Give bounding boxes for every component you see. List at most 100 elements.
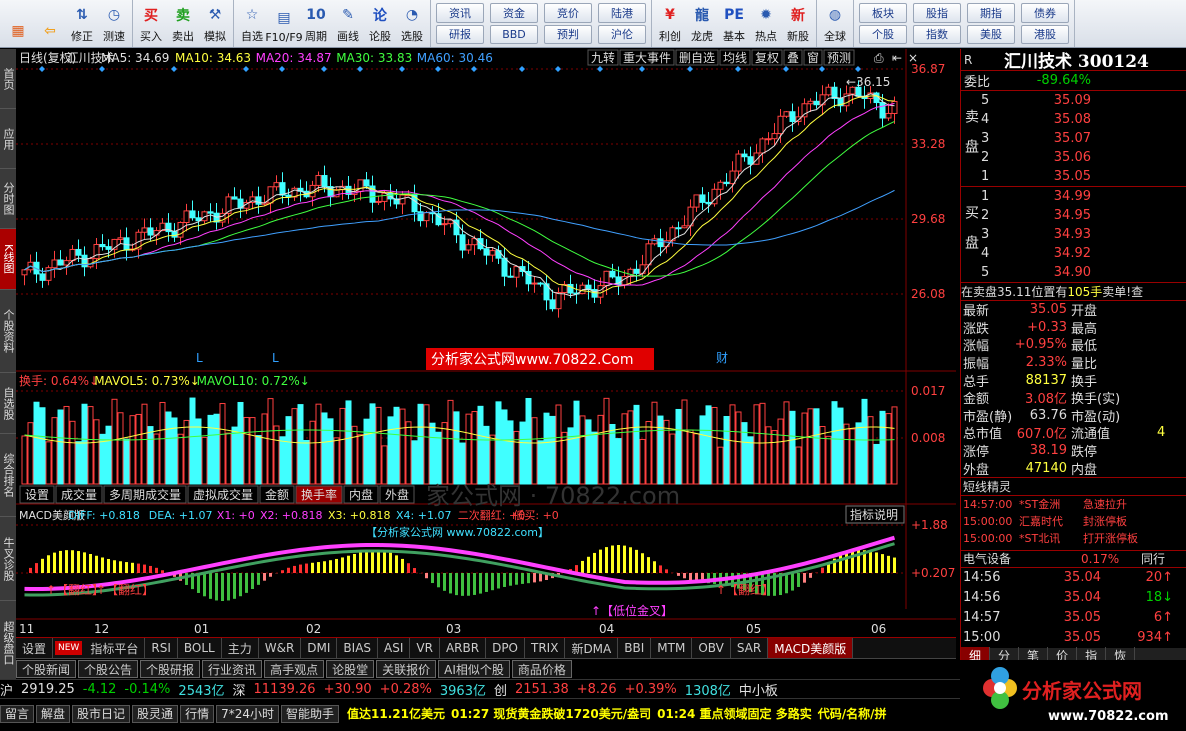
indicator-tab[interactable]: BOLL xyxy=(178,638,222,658)
left-tab[interactable]: 个股资料 xyxy=(0,290,16,374)
bottom-button[interactable]: 股灵通 xyxy=(132,705,178,723)
indicator-tab[interactable]: 设置 xyxy=(16,638,53,658)
order-book-row[interactable]: 335.07 xyxy=(981,129,1186,148)
order-book-row[interactable]: 535.09 xyxy=(981,91,1186,110)
news-tab[interactable]: 个股研报 xyxy=(140,660,200,678)
news-ticker-item[interactable]: 值达11.21亿美元 xyxy=(347,705,445,722)
bottom-button[interactable]: 留言 xyxy=(0,705,34,723)
order-book-row[interactable]: 434.92 xyxy=(981,244,1186,263)
toolbar-small-button[interactable]: 股指 xyxy=(913,3,961,23)
test-button[interactable]: ◷测速 xyxy=(98,0,130,47)
indicator-tab[interactable]: VR xyxy=(410,638,440,658)
indicator-tab[interactable]: MACD美颜版 xyxy=(768,638,853,658)
left-tab[interactable]: K线图 xyxy=(0,229,16,289)
chart-select-button[interactable]: ◔选股 xyxy=(396,0,428,47)
left-tab[interactable]: 应用 xyxy=(0,109,16,169)
news-tab[interactable]: AI相似个股 xyxy=(438,660,510,678)
toolbar-small-button[interactable]: 资金 xyxy=(490,3,538,23)
news-tab[interactable]: 商品价格 xyxy=(512,660,572,678)
toolbar-small-button[interactable]: 预判 xyxy=(544,25,592,45)
home-button[interactable]: ▦ xyxy=(2,0,34,47)
sell-button[interactable]: 卖卖出 xyxy=(167,0,199,47)
toolbar-small-button[interactable]: 债券 xyxy=(1021,3,1069,23)
toolbar-small-button[interactable]: 期指 xyxy=(967,3,1015,23)
indicator-tab[interactable]: BIAS xyxy=(337,638,378,658)
indicator-tab[interactable]: BBI xyxy=(618,638,651,658)
news-tab[interactable]: 关联报价 xyxy=(376,660,436,678)
chart-marker[interactable]: 财 xyxy=(716,351,728,365)
camera-icon[interactable]: ⎙ xyxy=(874,51,884,65)
order-book-row[interactable]: 135.05 xyxy=(981,167,1186,186)
dragon-button[interactable]: 龍龙虎 xyxy=(686,0,718,47)
pencil-button[interactable]: ✎画线 xyxy=(332,0,364,47)
news-ticker-item[interactable]: 01:24 重点领域固定 多路实 xyxy=(657,705,812,722)
indicator-tab[interactable]: RSI xyxy=(145,638,178,658)
new-button[interactable]: 新新股 xyxy=(782,0,814,47)
left-tab[interactable]: 综合排名 xyxy=(0,434,16,518)
toolbar-small-button[interactable]: 资讯 xyxy=(436,3,484,23)
chart-marker[interactable]: L xyxy=(196,351,203,365)
toolbar-small-button[interactable]: 指数 xyxy=(913,25,961,45)
order-book-row[interactable]: 235.06 xyxy=(981,148,1186,167)
indicator-tab[interactable]: TRIX xyxy=(525,638,565,658)
calendar-button[interactable]: 10周期 xyxy=(300,0,332,47)
toolbar-small-button[interactable]: BBD xyxy=(490,25,538,45)
indicator-tab[interactable]: 新DMA xyxy=(565,638,618,658)
news-tab[interactable]: 个股公告 xyxy=(78,660,138,678)
globe-button[interactable]: ◍全球 xyxy=(819,0,851,47)
indicator-tab[interactable]: ASI xyxy=(378,638,410,658)
order-book-row[interactable]: 534.90 xyxy=(981,263,1186,282)
bottom-button[interactable]: 7*24小时 xyxy=(216,705,279,723)
status-more[interactable]: 查 xyxy=(1131,283,1143,300)
indicator-tab[interactable]: W&R xyxy=(259,638,302,658)
indicator-tab[interactable]: DMI xyxy=(301,638,337,658)
short-sprite-row[interactable]: 15:00:00汇嘉时代封涨停板 xyxy=(961,513,1186,530)
indicator-tab[interactable]: NEW xyxy=(55,641,82,655)
order-book-row[interactable]: 334.93 xyxy=(981,225,1186,244)
bottom-button[interactable]: 智能助手 xyxy=(281,705,339,723)
indicator-tab[interactable]: SAR xyxy=(731,638,768,658)
left-tab[interactable]: 首页 xyxy=(0,49,16,109)
news-tab[interactable]: 行业资讯 xyxy=(202,660,262,678)
indicator-tab[interactable]: ARBR xyxy=(440,638,486,658)
up-down-button[interactable]: ⇅修正 xyxy=(66,0,98,47)
f10-button[interactable]: ▤F10/F9 xyxy=(268,0,300,47)
news-tab[interactable]: 高手观点 xyxy=(264,660,324,678)
forum-button[interactable]: 论论股 xyxy=(364,0,396,47)
left-tab[interactable]: 牛叉诊股 xyxy=(0,517,16,601)
pe-button[interactable]: PE基本 xyxy=(718,0,750,47)
news-ticker-item[interactable]: 01:27 现货黄金跌破1720美元/盎司 xyxy=(451,705,651,722)
order-book-row[interactable]: 435.08 xyxy=(981,110,1186,129)
toolbar-small-button[interactable]: 美股 xyxy=(967,25,1015,45)
chart-marker[interactable]: L xyxy=(272,351,279,365)
short-sprite-header[interactable]: 短线精灵 xyxy=(961,478,1186,496)
toolbar-small-button[interactable]: 个股 xyxy=(859,25,907,45)
back-button[interactable]: ⇦ xyxy=(34,0,66,47)
short-sprite-row[interactable]: 14:57:00*ST金洲急速拉升 xyxy=(961,496,1186,513)
close-icon[interactable]: × xyxy=(908,51,918,65)
toolbar-small-button[interactable]: 港股 xyxy=(1021,25,1069,45)
bottom-button[interactable]: 行情 xyxy=(180,705,214,723)
kline-chart[interactable]: 36.8733.2829.6826.08日线(复权)汇川技术MA5: 34.69… xyxy=(16,49,956,637)
arrow-left-icon[interactable]: ⇤ xyxy=(892,51,902,65)
order-book-row[interactable]: 134.99 xyxy=(981,187,1186,206)
short-sprite-row[interactable]: 15:00:00*ST北讯打开涨停板 xyxy=(961,530,1186,547)
money-button[interactable]: ¥利创 xyxy=(654,0,686,47)
toolbar-small-button[interactable]: 研报 xyxy=(436,25,484,45)
indicator-tab[interactable]: DPO xyxy=(486,638,525,658)
bottom-button[interactable]: 解盘 xyxy=(36,705,70,723)
buy-button[interactable]: 买买入 xyxy=(135,0,167,47)
news-tab[interactable]: 论股堂 xyxy=(326,660,374,678)
hot-button[interactable]: ✹热点 xyxy=(750,0,782,47)
indicator-tab[interactable]: 指标平台 xyxy=(84,638,145,658)
left-tab[interactable]: 分时图 xyxy=(0,169,16,229)
order-book-row[interactable]: 234.95 xyxy=(981,206,1186,225)
toolbar-small-button[interactable]: 板块 xyxy=(859,3,907,23)
news-ticker-item[interactable]: 代码/名称/拼 xyxy=(818,705,887,722)
sector-extra[interactable]: 同行 xyxy=(1141,550,1165,567)
indicator-tab[interactable]: MTM xyxy=(651,638,692,658)
hammer-button[interactable]: ⚒模拟 xyxy=(199,0,231,47)
toolbar-small-button[interactable]: 陆港 xyxy=(598,3,646,23)
bottom-button[interactable]: 股市日记 xyxy=(72,705,130,723)
news-tab[interactable]: 个股新闻 xyxy=(16,660,76,678)
